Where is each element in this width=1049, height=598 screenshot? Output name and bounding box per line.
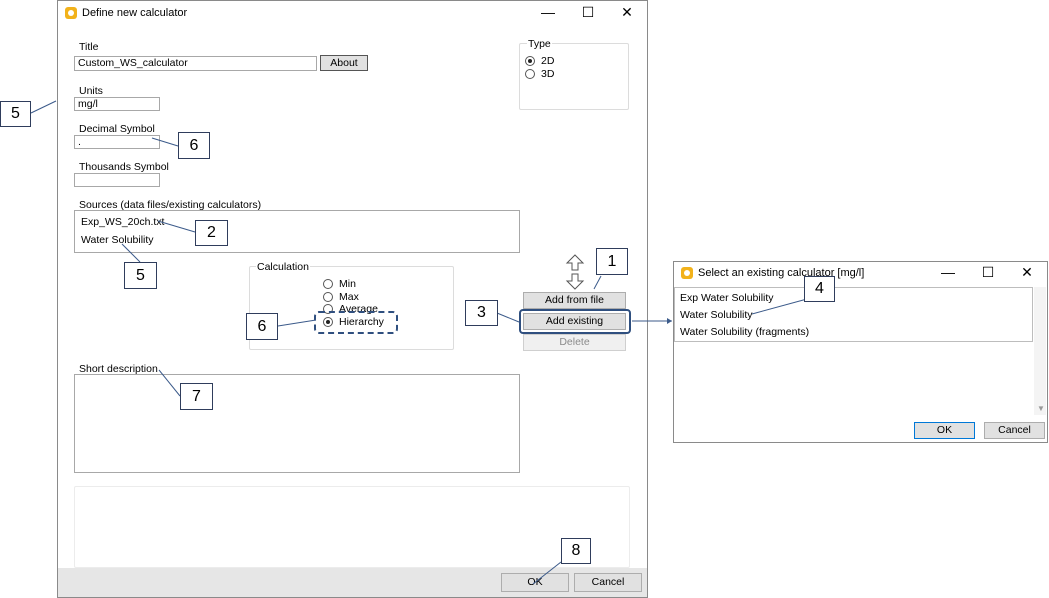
- callout-5: 5: [0, 101, 31, 127]
- callout-7: 7: [180, 383, 213, 410]
- callout-6: 6: [178, 132, 210, 159]
- callout-4: 4: [804, 276, 835, 302]
- callout-6: 6: [246, 313, 278, 340]
- callout-5: 5: [124, 262, 157, 289]
- callout-8: 8: [561, 538, 591, 564]
- callout-2: 2: [195, 220, 228, 246]
- callout-connectors: [30, 100, 808, 585]
- callout-3: 3: [465, 300, 498, 326]
- callout-1: 1: [596, 248, 628, 275]
